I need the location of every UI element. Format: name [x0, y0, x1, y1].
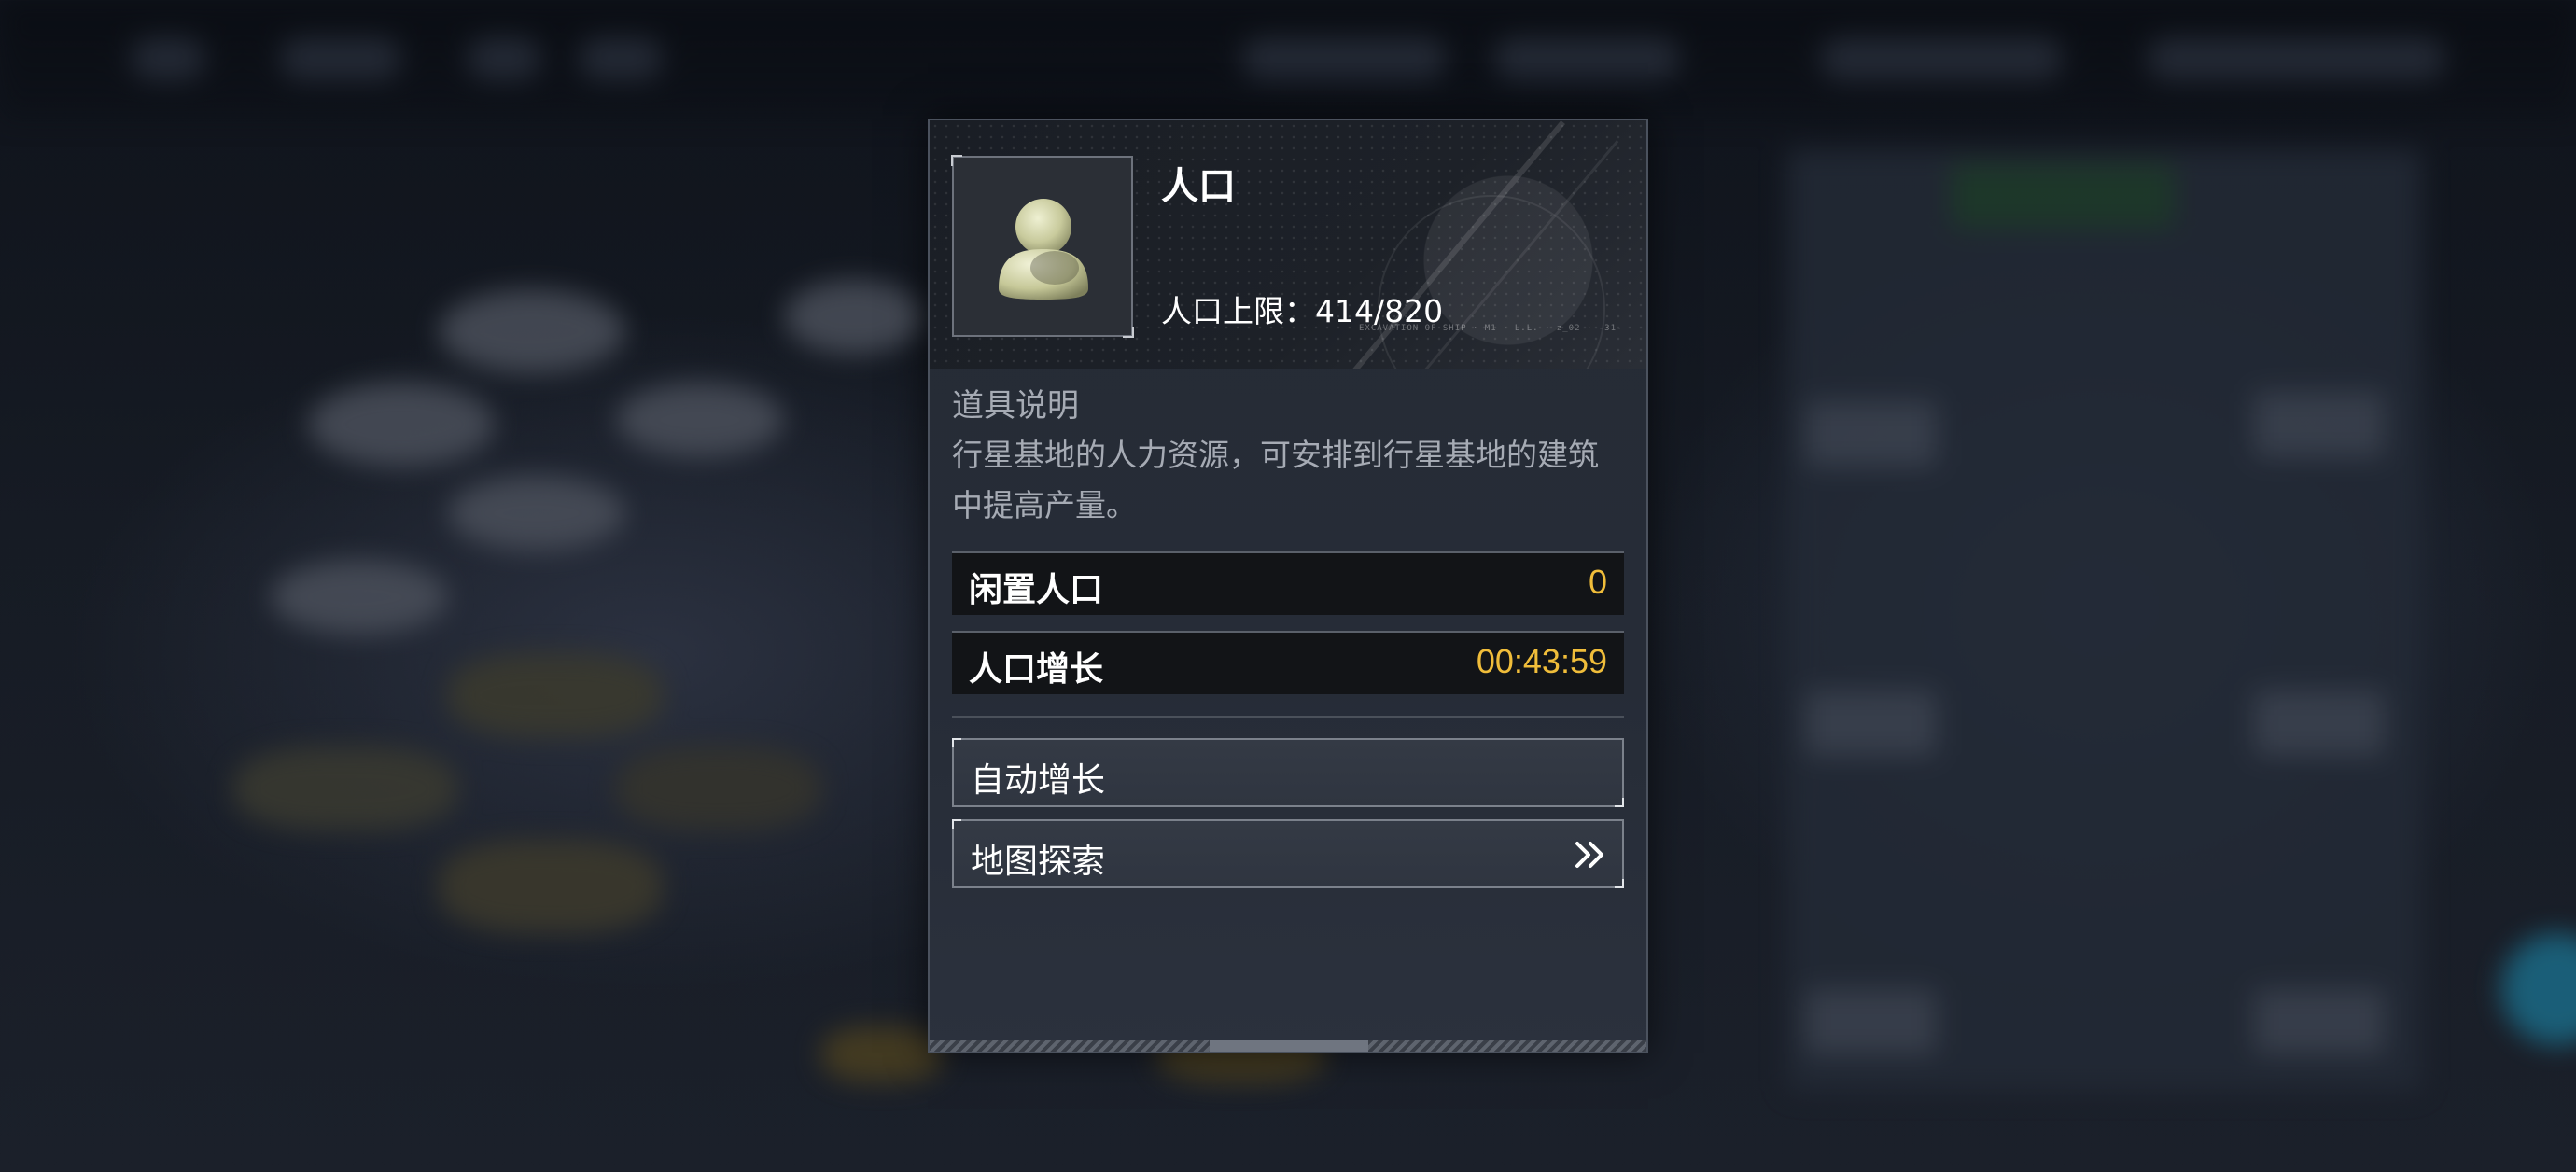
population-item-popup: EXCAVATION OF SHIP · M1 · L.L. · z_02 · … [928, 119, 1648, 1053]
background-tile [821, 1026, 943, 1082]
background-row [2254, 691, 2385, 756]
item-title: 人口 [1161, 165, 1236, 208]
background-chip [1241, 37, 1447, 80]
background-tile [439, 840, 663, 933]
description-text: 行星基地的人力资源，可安排到行星基地的建筑中提高产量。 [952, 437, 1599, 523]
population-cap: 人口上限：414/820 [1161, 286, 1443, 331]
background-row [2254, 392, 2385, 457]
description-heading: 道具说明 [952, 387, 1079, 425]
background-tile [616, 746, 821, 830]
item-icon-frame [951, 155, 1134, 338]
background-row [1806, 691, 1937, 756]
background-building [271, 560, 448, 635]
auto-growth-button[interactable]: 自动增长 [952, 738, 1624, 807]
population-cap-value: 414/820 [1315, 293, 1444, 329]
background-green-button [1951, 163, 2175, 229]
population-growth-timer: 00:43:59 [1476, 642, 1607, 680]
background-chip [280, 37, 401, 80]
map-explore-button[interactable]: 地图探索 [952, 819, 1624, 888]
background-tile [233, 746, 457, 830]
idle-population-label: 闲置人口 [969, 571, 1104, 609]
background-chip [579, 37, 663, 80]
background-top-bar [0, 0, 2576, 121]
background-building [448, 476, 625, 551]
section-divider [952, 716, 1624, 718]
auto-growth-label: 自动增长 [971, 761, 1106, 800]
background-chip [131, 37, 205, 80]
background-row [2254, 989, 2385, 1054]
double-chevron-right-icon [1575, 842, 1603, 868]
header-decoration [1378, 195, 1605, 369]
population-cap-label: 人口上限： [1161, 293, 1315, 329]
population-growth-label: 人口增长 [969, 650, 1104, 689]
background-side-panel [1787, 149, 2422, 1092]
background-building [439, 289, 625, 373]
background-building [616, 383, 784, 457]
background-building [308, 383, 495, 467]
idle-population-row: 闲置人口 0 [952, 551, 1624, 615]
population-growth-row: 人口增长 00:43:59 [952, 631, 1624, 694]
background-chip [1493, 37, 1680, 80]
map-explore-label: 地图探索 [971, 843, 1106, 881]
background-chip [1820, 37, 2063, 80]
background-chip [2147, 37, 2445, 80]
person-silhouette-icon [999, 199, 1088, 300]
idle-population-value: 0 [1588, 563, 1607, 601]
background-row [1806, 989, 1937, 1054]
background-building [784, 280, 924, 355]
background-chip [467, 37, 541, 80]
background-row [1806, 401, 1937, 467]
background-cyan-orb [2501, 933, 2576, 1045]
background-tile [448, 653, 663, 737]
popup-header: EXCAVATION OF SHIP · M1 · L.L. · z_02 · … [930, 120, 1646, 369]
popup-bottom-handle [1210, 1040, 1368, 1052]
